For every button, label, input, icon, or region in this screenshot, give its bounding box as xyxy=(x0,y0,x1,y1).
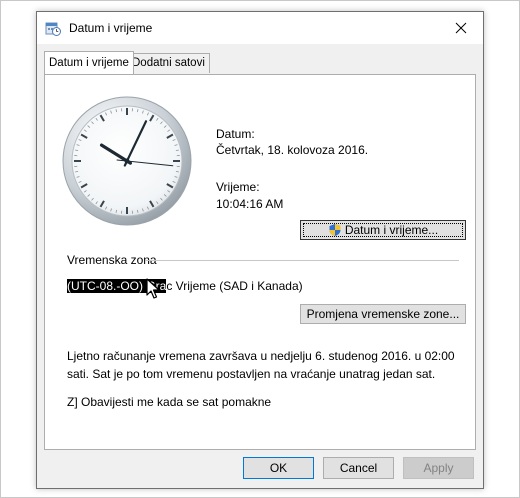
change-timezone-button[interactable]: Promjena vremenske zone... xyxy=(300,304,466,324)
change-date-time-label: Datum i vrijeme... xyxy=(344,223,439,237)
date-time-dialog: Datum i vrijeme Datum i vrijeme Dodatni … xyxy=(36,11,484,489)
tab-additional-clocks[interactable]: Dodatni satovi xyxy=(127,53,210,73)
date-label: Datum: xyxy=(216,127,255,141)
tab-date-time[interactable]: Datum i vrijeme xyxy=(44,51,134,74)
mouse-pointer-icon xyxy=(146,278,160,299)
time-label: Vrijeme: xyxy=(216,180,260,194)
cancel-button[interactable]: Cancel xyxy=(323,457,394,479)
notify-checkbox-label[interactable]: Z] Obavijesti me kada se sat pomakne xyxy=(67,395,271,409)
timezone-display: (UTC-08.-OO) Grac Vrijeme (SAD i Kanada) xyxy=(67,279,303,293)
tab-panel: Datum: Četvrtak, 18. kolovoza 2016. Vrij… xyxy=(44,74,476,450)
window-title: Datum i vrijeme xyxy=(69,21,153,35)
dst-notice: Ljetno računanje vremena završava u nedj… xyxy=(67,349,455,381)
close-icon xyxy=(455,22,467,34)
title-bar: Datum i vrijeme xyxy=(37,12,483,44)
close-button[interactable] xyxy=(439,12,483,44)
uac-shield-icon xyxy=(329,224,341,236)
time-value: 10:04:16 AM xyxy=(216,197,284,211)
clock-calendar-icon xyxy=(45,22,61,36)
timezone-group-label: Vremenska zona xyxy=(67,253,157,267)
change-date-time-button[interactable]: Datum i vrijeme... xyxy=(300,220,466,240)
ok-button[interactable]: OK xyxy=(243,457,314,479)
group-divider xyxy=(145,260,459,261)
apply-button[interactable]: Apply xyxy=(403,457,474,479)
date-value: Četvrtak, 18. kolovoza 2016. xyxy=(216,143,369,157)
timezone-text-rest: c Vrijeme (SAD i Kanada) xyxy=(166,279,303,293)
analog-clock xyxy=(62,96,192,226)
clock-center xyxy=(124,158,130,164)
